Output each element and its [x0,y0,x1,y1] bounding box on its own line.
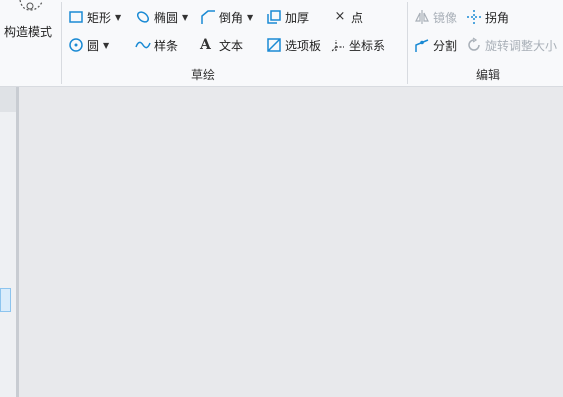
spline-button[interactable]: 样条 [135,35,178,55]
corner-button[interactable]: 拐角 [466,7,509,27]
construct-mode-label: 构造模式 [4,25,53,39]
ellipse-label: 椭圆 [154,10,179,25]
rectangle-icon [69,11,83,23]
construct-mode-icon [19,0,43,11]
chevron-down-icon[interactable]: ▼ [103,41,109,50]
coordsys-label: 坐标系 [349,38,386,53]
point-label: 点 [351,10,364,25]
circle-button[interactable]: 圆 ▼ [68,35,109,55]
construct-mode-button[interactable]: 构造模式 [0,0,58,44]
mirror-icon [415,10,429,24]
point-button[interactable]: × 点 [332,7,363,27]
chamfer-label: 倒角 [219,10,244,25]
text-button[interactable]: A 文本 [200,35,243,55]
circle-icon [69,38,83,52]
chevron-down-icon[interactable]: ▼ [182,13,188,22]
point-icon: × [334,9,346,24]
ribbon-separator [61,2,62,84]
rectangle-button[interactable]: 矩形 ▼ [68,7,121,27]
corner-label: 拐角 [485,10,510,25]
coordsys-button[interactable]: 坐标系 [330,35,385,55]
chevron-down-icon[interactable]: ▼ [115,13,121,22]
thicken-button[interactable]: 加厚 [266,7,309,27]
chevron-down-icon[interactable]: ▼ [247,13,253,22]
corner-icon [467,10,481,24]
chamfer-icon [201,10,215,24]
mirror-button[interactable]: 镜像 [414,7,457,27]
edit-group-label: 编辑 [476,68,501,82]
model-tree-selected-item[interactable] [0,288,11,312]
sketch-group-label: 草绘 [191,68,216,82]
divide-button[interactable]: 分割 [414,35,457,55]
spline-label: 样条 [154,38,179,53]
circle-label: 圆 [87,38,100,53]
thicken-icon [267,10,281,24]
divide-label: 分割 [433,38,458,53]
ribbon: 构造模式 矩形 ▼ 椭圆 ▼ 倒角 ▼ 加厚 × 点 圆 ▼ 样条 A 文本 选… [0,0,563,87]
text-icon: A [200,37,211,53]
graphics-canvas[interactable] [19,87,563,397]
chamfer-button[interactable]: 倒角 ▼ [200,7,253,27]
text-label: 文本 [219,38,244,53]
rotate-resize-icon [468,37,480,51]
rotate-resize-button[interactable]: 旋转调整大小 [466,35,557,55]
divide-icon [415,39,429,52]
palette-icon [267,38,281,52]
ellipse-button[interactable]: 椭圆 ▼ [135,7,188,27]
thicken-label: 加厚 [285,10,310,25]
ellipse-icon [136,11,150,23]
palette-label: 选项板 [285,38,322,53]
spline-icon [135,41,151,49]
rectangle-label: 矩形 [87,10,112,25]
rotate-resize-label: 旋转调整大小 [485,38,558,53]
coordinate-system-icon [330,40,344,53]
ribbon-separator [407,2,408,84]
model-tree-header [0,87,17,112]
mirror-label: 镜像 [433,10,458,25]
palette-button[interactable]: 选项板 [266,35,321,55]
